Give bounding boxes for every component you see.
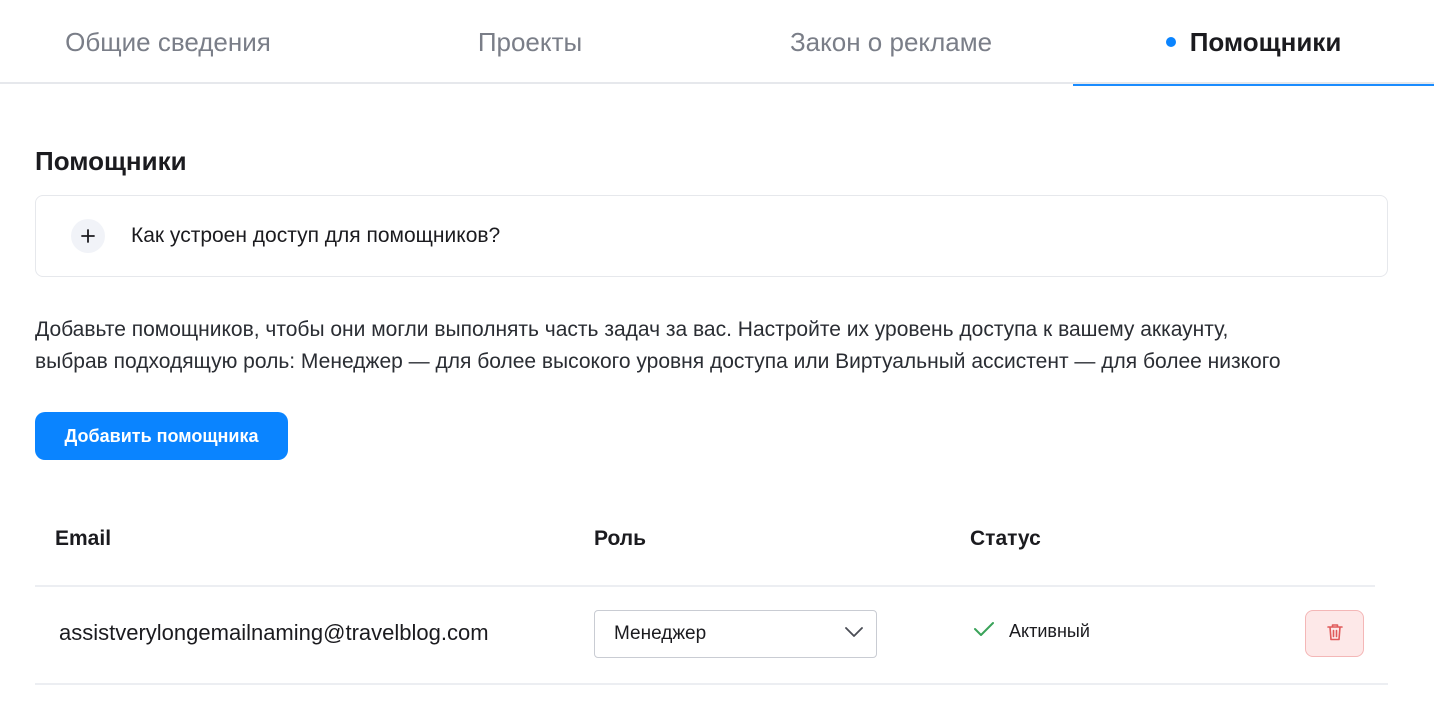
status-label: Активный xyxy=(1009,621,1090,641)
role-select-value: Менеджер xyxy=(614,623,707,644)
page-title: Помощники xyxy=(35,146,187,176)
plus-icon[interactable] xyxy=(71,219,105,253)
tab-bar: Общие сведения Проекты Закон о рекламе П… xyxy=(0,0,1434,86)
accordion-question: Как устроен доступ для помощников? xyxy=(131,224,501,247)
tab-advertising-law[interactable]: Закон о рекламе xyxy=(716,0,1066,84)
active-dot-icon xyxy=(1165,37,1176,47)
assistant-email: assistverylongemailnaming@travelblog.com xyxy=(59,620,489,645)
tab-label: Проекты xyxy=(477,26,583,57)
tab-projects[interactable]: Проекты xyxy=(360,0,700,84)
description-text: Добавьте помощников, чтобы они могли вып… xyxy=(35,314,1405,378)
add-assistant-button[interactable]: Добавить помощника xyxy=(35,412,288,460)
check-icon xyxy=(973,621,995,642)
tab-label: Закон о рекламе xyxy=(789,26,993,57)
column-header-status: Статус xyxy=(970,527,1041,550)
table-header-divider xyxy=(35,585,1375,587)
delete-assistant-button[interactable] xyxy=(1305,610,1364,657)
table-row-divider xyxy=(35,683,1388,685)
description-line: Добавьте помощников, чтобы они могли вып… xyxy=(35,318,1229,341)
tab-general-info[interactable]: Общие сведения xyxy=(0,0,336,84)
tab-label: Общие сведения xyxy=(65,26,271,57)
status-badge: Активный xyxy=(973,621,1090,642)
tab-label: Помощники xyxy=(1189,26,1342,57)
trash-icon xyxy=(1325,622,1345,645)
column-header-role: Роль xyxy=(594,527,647,550)
tab-assistants[interactable]: Помощники xyxy=(1073,0,1434,86)
role-select[interactable]: Менеджер xyxy=(594,610,877,658)
access-info-accordion[interactable]: Как устроен доступ для помощников? xyxy=(35,195,1388,277)
column-header-email: Email xyxy=(55,527,112,550)
description-line: выбрав подходящую роль: Менеджер — для б… xyxy=(35,350,1281,373)
chevron-down-icon xyxy=(844,625,864,643)
